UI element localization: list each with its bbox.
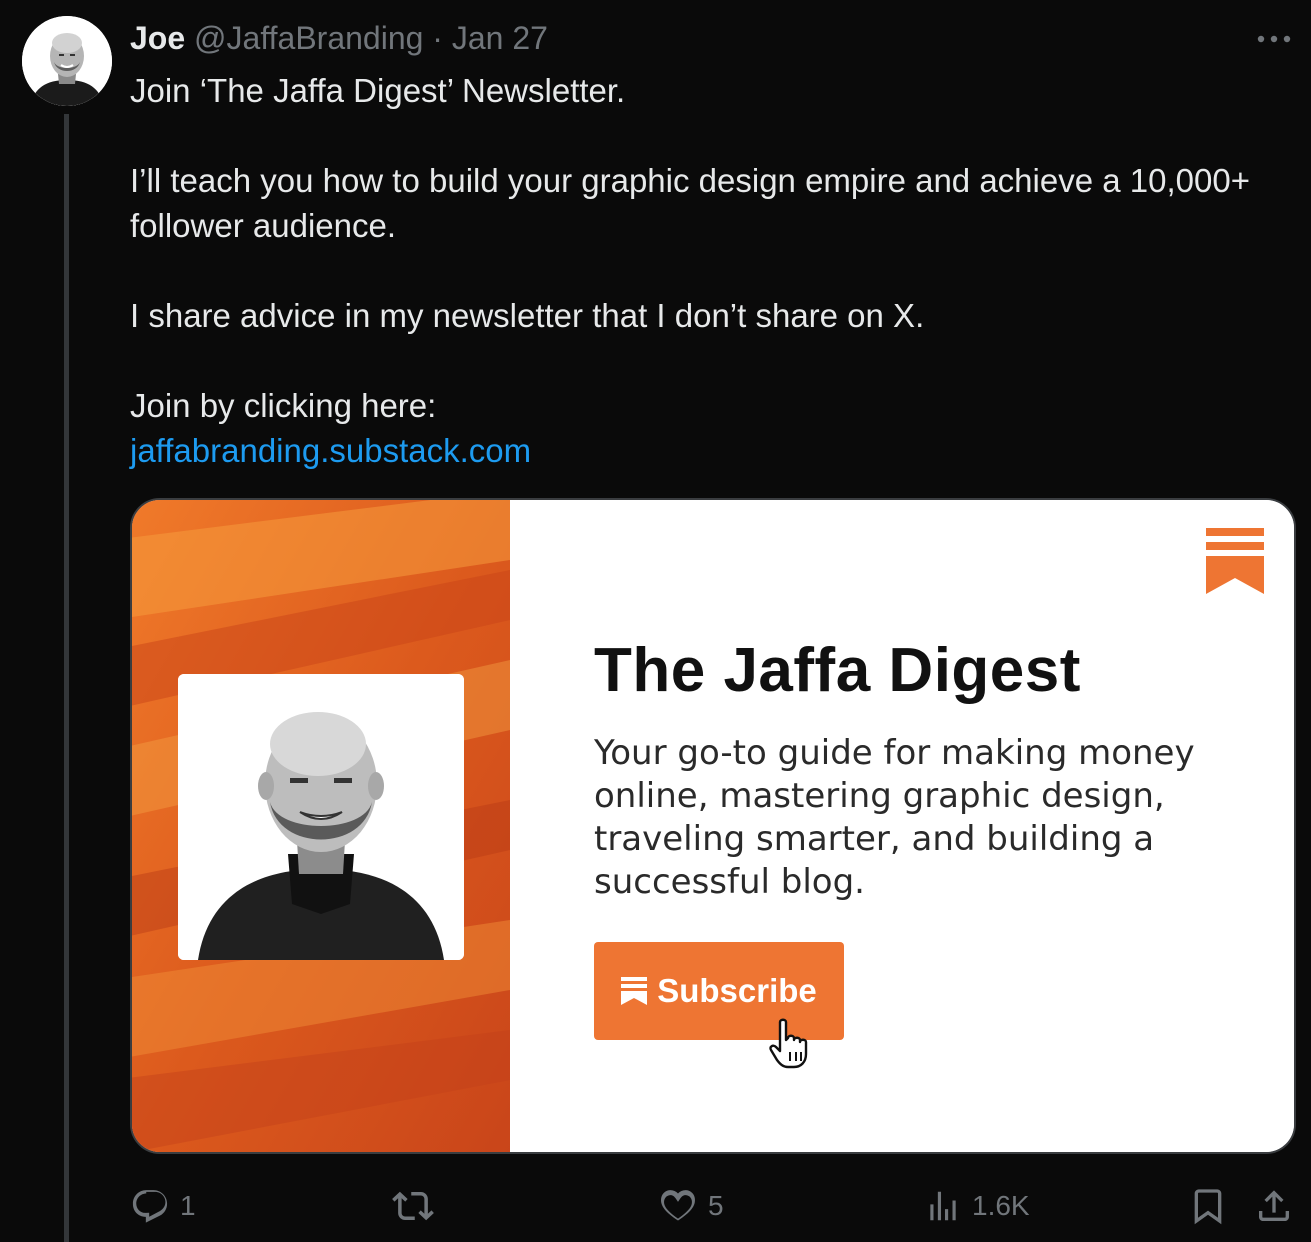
substack-logo-icon bbox=[621, 977, 648, 1005]
card-content: The Jaffa Digest Your go-to guide for ma… bbox=[510, 500, 1294, 1152]
views-count: 1.6K bbox=[972, 1190, 1030, 1221]
card-title: The Jaffa Digest bbox=[594, 636, 1081, 705]
card-orange-panel bbox=[132, 500, 510, 1152]
repost-button[interactable] bbox=[392, 1182, 444, 1230]
more-icon bbox=[1257, 35, 1291, 43]
reply-count: 1 bbox=[180, 1190, 196, 1221]
subscribe-label: Subscribe bbox=[657, 972, 817, 1009]
reply-icon bbox=[132, 1190, 168, 1223]
author-photo bbox=[178, 674, 464, 960]
like-count: 5 bbox=[708, 1190, 724, 1221]
author-avatar[interactable] bbox=[22, 16, 112, 106]
tweet-header: Joe @JaffaBranding · Jan 27 bbox=[130, 18, 548, 58]
thread-line bbox=[64, 114, 69, 1242]
action-bar: 1 5 1.6K bbox=[130, 1182, 1300, 1230]
like-button[interactable]: 5 bbox=[658, 1182, 724, 1230]
views-icon bbox=[930, 1191, 956, 1221]
tweet-paragraph: Join by clicking here: bbox=[130, 387, 437, 424]
reply-button[interactable]: 1 bbox=[130, 1182, 196, 1230]
header-separator: · bbox=[432, 20, 443, 56]
author-name[interactable]: Joe bbox=[130, 20, 185, 56]
tweet-paragraph: I share advice in my newsletter that I d… bbox=[130, 297, 925, 334]
repost-icon bbox=[392, 1191, 434, 1221]
share-button[interactable] bbox=[1254, 1182, 1294, 1230]
tweet-text: Join ‘The Jaffa Digest’ Newsletter. I’ll… bbox=[130, 68, 1280, 473]
newsletter-link[interactable]: jaffabranding.substack.com bbox=[130, 432, 531, 469]
substack-logo-icon bbox=[1206, 528, 1264, 594]
media-card[interactable]: The Jaffa Digest Your go-to guide for ma… bbox=[130, 498, 1296, 1154]
bookmark-icon bbox=[1194, 1189, 1222, 1225]
tweet-paragraph: I’ll teach you how to build your graphic… bbox=[130, 162, 1250, 244]
more-options-button[interactable] bbox=[1252, 24, 1296, 54]
tweet-date[interactable]: Jan 27 bbox=[452, 20, 548, 56]
share-icon bbox=[1259, 1190, 1289, 1221]
card-description: Your go-to guide for making money online… bbox=[594, 733, 1195, 902]
views-button[interactable]: 1.6K bbox=[924, 1182, 1030, 1230]
like-icon bbox=[661, 1190, 695, 1221]
bookmark-button[interactable] bbox=[1188, 1182, 1228, 1230]
cursor-icon bbox=[769, 1018, 808, 1069]
tweet-paragraph: Join ‘The Jaffa Digest’ Newsletter. bbox=[130, 72, 626, 109]
author-handle[interactable]: @JaffaBranding bbox=[194, 20, 423, 56]
